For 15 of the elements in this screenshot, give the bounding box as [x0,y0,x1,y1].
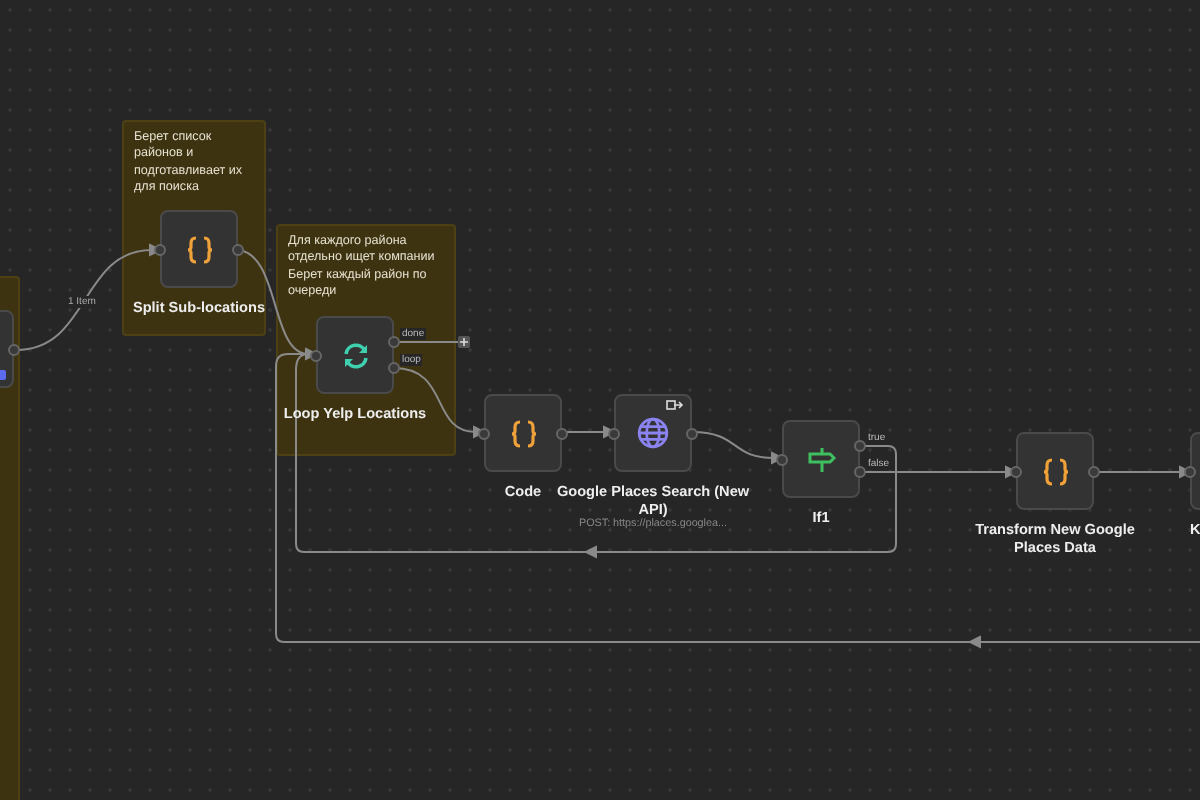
workflow-node[interactable] [1016,432,1094,510]
status-badge [0,370,6,380]
curly-braces-icon [507,417,539,449]
workflow-node[interactable] [316,316,394,394]
add-icon[interactable] [458,336,470,348]
workflow-node[interactable] [614,394,692,472]
curly-braces-icon [183,233,215,265]
workflow-node[interactable] [484,394,562,472]
signpost-icon [805,443,837,475]
curly-braces-icon [1039,455,1071,487]
arrow-out-icon [666,400,684,410]
refresh-icon [339,339,371,371]
workflow-node[interactable] [782,420,860,498]
globe-icon [636,416,670,450]
workflow-node[interactable] [160,210,238,288]
